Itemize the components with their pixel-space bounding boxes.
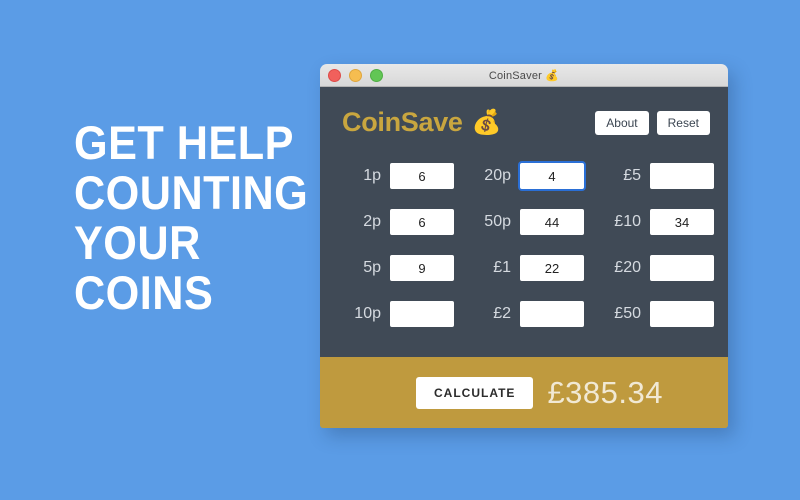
reset-button[interactable]: Reset <box>656 110 710 135</box>
coin-input-20p[interactable] <box>520 163 584 189</box>
coin-label: £1 <box>493 259 511 276</box>
coin-input-2p[interactable] <box>390 209 454 235</box>
marketing-headline: GET HELP COUNTING YOUR COINS <box>74 118 314 318</box>
coin-input-grid: 1p 20p £5 2p 50p £10 5p £1 £20 10p £2 £50 <box>320 159 728 331</box>
coin-cell: 5p <box>338 251 454 285</box>
coin-input-£2[interactable] <box>520 301 584 327</box>
headline-line-3: YOUR <box>74 216 201 269</box>
app-footer: CALCULATE £385.34 <box>320 357 728 428</box>
app-header: CoinSave 💰 About Reset <box>320 87 728 138</box>
coin-label: 1p <box>363 167 381 184</box>
coin-cell: 2p <box>338 205 454 239</box>
coin-label: £50 <box>614 305 641 322</box>
coin-label: £10 <box>614 213 641 230</box>
coin-label: £2 <box>493 305 511 322</box>
coin-label: £5 <box>623 167 641 184</box>
coin-input-£1[interactable] <box>520 255 584 281</box>
coin-label: 5p <box>363 259 381 276</box>
header-button-group: About Reset <box>595 110 710 135</box>
coin-input-£20[interactable] <box>650 255 714 281</box>
coin-input-1p[interactable] <box>390 163 454 189</box>
coin-label: 2p <box>363 213 381 230</box>
coin-input-£50[interactable] <box>650 301 714 327</box>
coin-label: £20 <box>614 259 641 276</box>
coin-cell: £50 <box>598 297 714 331</box>
close-icon[interactable] <box>328 68 341 82</box>
coin-cell: £2 <box>468 297 584 331</box>
calculate-button[interactable]: CALCULATE <box>416 377 534 409</box>
brand-text: CoinSave <box>342 107 463 137</box>
about-button[interactable]: About <box>595 110 649 135</box>
coin-label: 50p <box>484 213 511 230</box>
coin-label: 20p <box>484 167 511 184</box>
coin-label: 10p <box>354 305 381 322</box>
headline-line-2: COUNTING <box>74 166 309 219</box>
app-window: CoinSaver 💰 CoinSave 💰 About Reset 1p 20p… <box>320 64 728 428</box>
headline-line-1: GET HELP <box>74 116 294 169</box>
minimize-icon[interactable] <box>349 68 362 82</box>
coin-cell: £1 <box>468 251 584 285</box>
coin-cell: £10 <box>598 205 714 239</box>
title-bar[interactable]: CoinSaver 💰 <box>320 64 728 87</box>
coin-cell: 50p <box>468 205 584 239</box>
app-body: CoinSave 💰 About Reset 1p 20p £5 2p 50p £10 5p… <box>320 87 728 357</box>
coin-input-10p[interactable] <box>390 301 454 327</box>
money-bag-icon: 💰 <box>471 109 502 136</box>
maximize-icon[interactable] <box>370 68 383 82</box>
coin-input-£5[interactable] <box>650 163 714 189</box>
coin-cell: 20p <box>468 159 584 193</box>
coin-input-5p[interactable] <box>390 255 454 281</box>
coin-cell: 1p <box>338 159 454 193</box>
headline-line-4: COINS <box>74 266 214 319</box>
coin-cell: 10p <box>338 297 454 331</box>
coin-cell: £20 <box>598 251 714 285</box>
coin-input-50p[interactable] <box>520 209 584 235</box>
total-amount: £385.34 <box>547 375 663 410</box>
traffic-light-group <box>328 64 383 86</box>
coin-cell: £5 <box>598 159 714 193</box>
brand-logo: CoinSave 💰 <box>342 107 502 138</box>
coin-input-£10[interactable] <box>650 209 714 235</box>
